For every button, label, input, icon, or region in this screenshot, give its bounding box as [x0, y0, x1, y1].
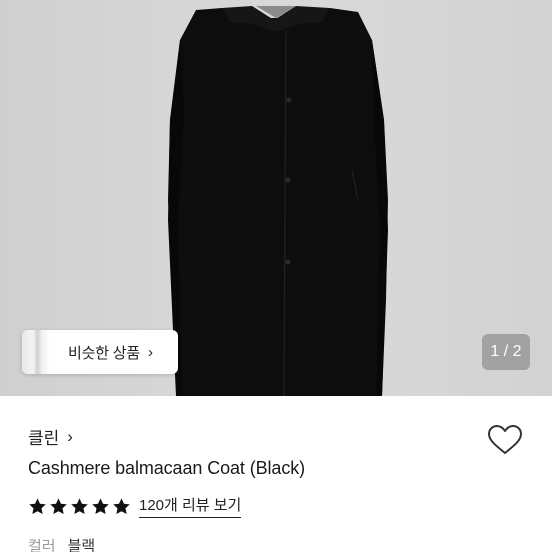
rating-stars — [28, 497, 131, 516]
brand-name: 클린 — [28, 429, 60, 448]
rating-row: 120개 리뷰 보기 — [28, 494, 242, 518]
product-title: Cashmere balmacaan Coat (Black) — [28, 458, 306, 478]
brand-link[interactable]: 클린 › — [28, 424, 73, 449]
star-icon — [71, 497, 88, 514]
star-icon — [29, 497, 46, 514]
similar-products-button[interactable]: 비슷한 상품 › — [22, 330, 178, 374]
product-image[interactable]: 비슷한 상품 › 1 / 2 — [0, 0, 552, 396]
option-value: 블랙 — [67, 538, 96, 552]
option-label: 컬러 — [28, 538, 56, 552]
chevron-right-icon: › — [67, 426, 73, 446]
heart-icon[interactable] — [487, 424, 523, 456]
star-icon — [50, 497, 67, 514]
star-icon — [92, 497, 109, 514]
color-option: 컬러 블랙 — [28, 535, 95, 552]
similar-products-thumbnail — [22, 330, 50, 374]
reviews-link[interactable]: 120개 리뷰 보기 — [139, 494, 242, 518]
chevron-right-icon: › — [147, 343, 153, 361]
star-icon — [113, 497, 130, 514]
similar-products-label: 비슷한 상품 — [68, 344, 140, 362]
image-page-indicator: 1 / 2 — [482, 334, 530, 370]
